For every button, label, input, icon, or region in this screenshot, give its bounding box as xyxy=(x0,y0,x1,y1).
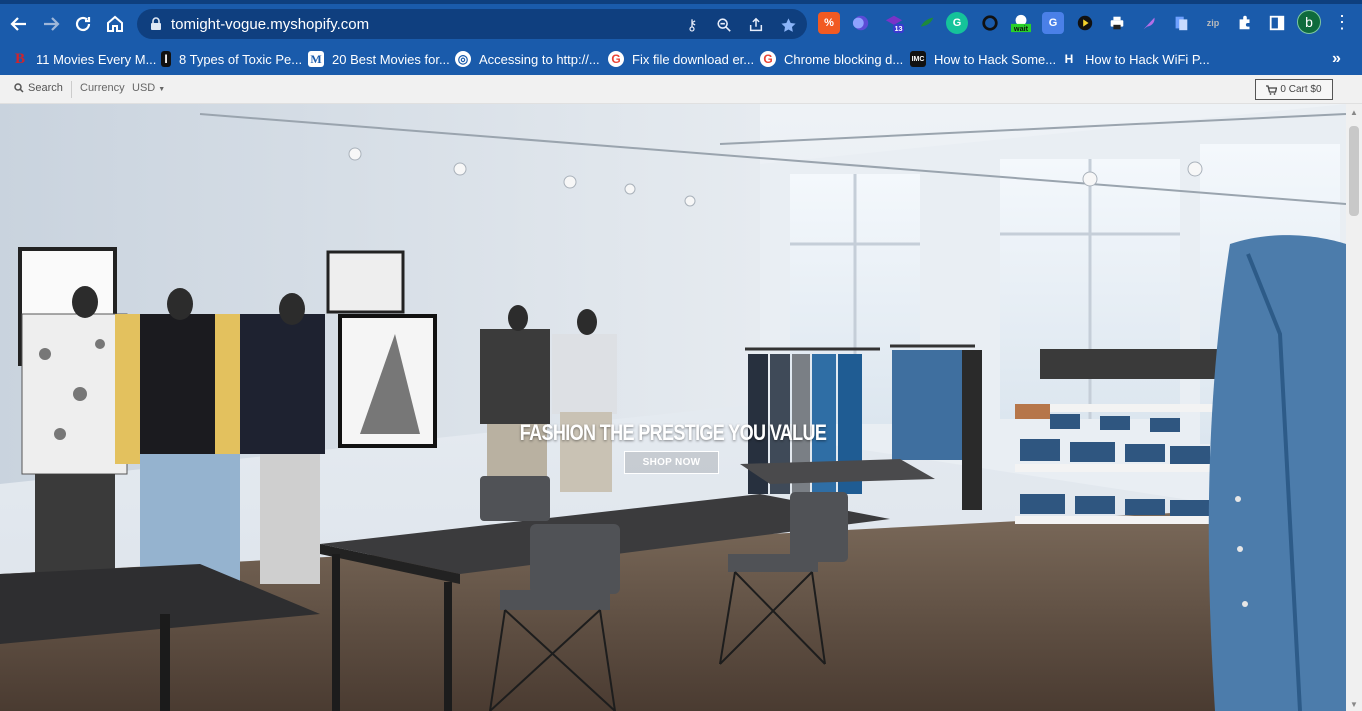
bookmark-label: 8 Types of Toxic Pe... xyxy=(179,51,303,67)
i-favicon-icon: I xyxy=(161,51,171,67)
caret-down-icon: ▼ xyxy=(158,86,166,93)
bookmark-11-movies[interactable]: B 11 Movies Every M... xyxy=(12,49,156,69)
globe-favicon-icon: ◎ xyxy=(455,51,471,67)
feather-extension-icon[interactable] xyxy=(1138,12,1160,34)
page-scrollbar[interactable]: ▲ ▼ xyxy=(1346,104,1362,711)
google-favicon-icon: G xyxy=(760,51,776,67)
bookmark-hack-some[interactable]: IMC How to Hack Some... xyxy=(910,49,1056,69)
bookmark-label: 20 Best Movies for... xyxy=(332,51,450,67)
scroll-down-icon[interactable]: ▼ xyxy=(1350,700,1358,709)
honey-extension-icon[interactable]: % xyxy=(818,12,840,34)
forward-arrow-icon xyxy=(44,17,60,31)
play-extension-icon[interactable] xyxy=(1074,12,1096,34)
bookmark-label: Fix file download er... xyxy=(632,51,755,67)
zoom-icon[interactable] xyxy=(715,16,733,34)
shop-now-button[interactable]: SHOP NOW xyxy=(624,451,719,474)
back-button[interactable] xyxy=(5,10,33,38)
tab-strip xyxy=(0,0,1362,4)
bookmark-label: How to Hack WiFi P... xyxy=(1085,51,1210,67)
bookmark-fix-download[interactable]: G Fix file download er... xyxy=(608,49,754,69)
bookmark-star-icon[interactable] xyxy=(779,16,797,34)
search-label: Search xyxy=(28,82,63,94)
google-favicon-icon: G xyxy=(608,51,624,67)
forward-button[interactable] xyxy=(37,10,65,38)
reload-icon xyxy=(75,16,91,32)
home-icon xyxy=(107,15,123,32)
search-icon xyxy=(14,83,24,93)
bookmark-toxic[interactable]: I 8 Types of Toxic Pe... xyxy=(161,49,302,69)
back-arrow-icon xyxy=(10,17,26,31)
bookmark-hack-wifi[interactable]: H How to Hack WiFi P... xyxy=(1061,49,1210,69)
bookmark-label: Chrome blocking d... xyxy=(784,51,904,67)
graduation-extension-icon[interactable]: 13 xyxy=(883,12,905,34)
svg-text:wait: wait xyxy=(1013,24,1029,33)
lock-icon xyxy=(151,17,161,30)
svg-text:13: 13 xyxy=(894,24,902,33)
cart-icon xyxy=(1266,84,1278,95)
cart-button[interactable]: 0 Cart $0 xyxy=(1255,79,1333,100)
h-favicon-icon: H xyxy=(1064,52,1074,66)
share-icon[interactable] xyxy=(747,16,765,34)
bookmarks-overflow-icon[interactable]: » xyxy=(1332,50,1341,68)
store-interior-image xyxy=(0,104,1346,711)
print-extension-icon[interactable] xyxy=(1106,12,1128,34)
profile-avatar[interactable]: b xyxy=(1297,10,1321,34)
bookmark-label: 11 Movies Every M... xyxy=(36,51,157,67)
address-bar[interactable]: tomight-vogue.myshopify.com ⚷ xyxy=(137,9,807,39)
currency-label: Currency xyxy=(80,82,125,94)
circle-extension-icon[interactable] xyxy=(979,12,1001,34)
bookmark-20-movies[interactable]: M 20 Best Movies for... xyxy=(308,49,450,69)
scrollbar-thumb[interactable] xyxy=(1349,126,1359,216)
bookmarks-bar: B 11 Movies Every M... I 8 Types of Toxi… xyxy=(0,44,1362,75)
bookmark-accessing[interactable]: ◎ Accessing to http://... xyxy=(455,49,600,69)
site-top-bar: Search Currency USD ▼ 0 Cart $0 xyxy=(0,75,1362,104)
m-favicon-icon: M xyxy=(308,51,324,67)
search-link[interactable]: Search xyxy=(14,82,63,94)
grammarly-extension-icon[interactable]: G xyxy=(946,12,968,34)
imc-favicon-icon: IMC xyxy=(910,51,926,67)
reload-button[interactable] xyxy=(69,10,97,38)
green-extension-icon[interactable] xyxy=(916,12,938,34)
doc-extension-icon[interactable] xyxy=(1170,12,1192,34)
b-favicon-icon: B xyxy=(14,50,25,67)
extensions-puzzle-icon[interactable] xyxy=(1234,12,1256,34)
side-panel-icon[interactable] xyxy=(1266,12,1288,34)
wait-extension-icon[interactable]: wait xyxy=(1010,12,1032,34)
hero-title: FASHION THE PRESTIGE YOU VALUE xyxy=(519,420,827,445)
currency-select[interactable]: USD ▼ xyxy=(132,82,165,94)
browser-menu-icon[interactable]: ⋮ xyxy=(1333,12,1351,34)
translate-extension-icon[interactable]: G xyxy=(1042,12,1064,34)
cart-label: 0 Cart $0 xyxy=(1280,84,1322,95)
currency-value: USD xyxy=(132,82,156,94)
divider xyxy=(71,81,72,98)
bookmark-chrome-blocking[interactable]: G Chrome blocking d... xyxy=(760,49,903,69)
hero-banner: FASHION THE PRESTIGE YOU VALUE SHOP NOW xyxy=(0,104,1346,711)
key-icon[interactable]: ⚷ xyxy=(683,16,701,34)
zip-extension-icon[interactable]: zip xyxy=(1202,12,1224,34)
browser-chrome: tomight-vogue.myshopify.com ⚷ % 13 G wai… xyxy=(0,0,1362,75)
address-url[interactable]: tomight-vogue.myshopify.com xyxy=(171,16,369,33)
home-button[interactable] xyxy=(101,10,129,38)
bookmark-label: How to Hack Some... xyxy=(934,51,1057,67)
orb-extension-icon[interactable] xyxy=(850,12,872,34)
bookmark-label: Accessing to http://... xyxy=(479,51,600,67)
scroll-up-icon[interactable]: ▲ xyxy=(1350,108,1358,117)
browser-toolbar: tomight-vogue.myshopify.com ⚷ % 13 G wai… xyxy=(0,6,1362,42)
